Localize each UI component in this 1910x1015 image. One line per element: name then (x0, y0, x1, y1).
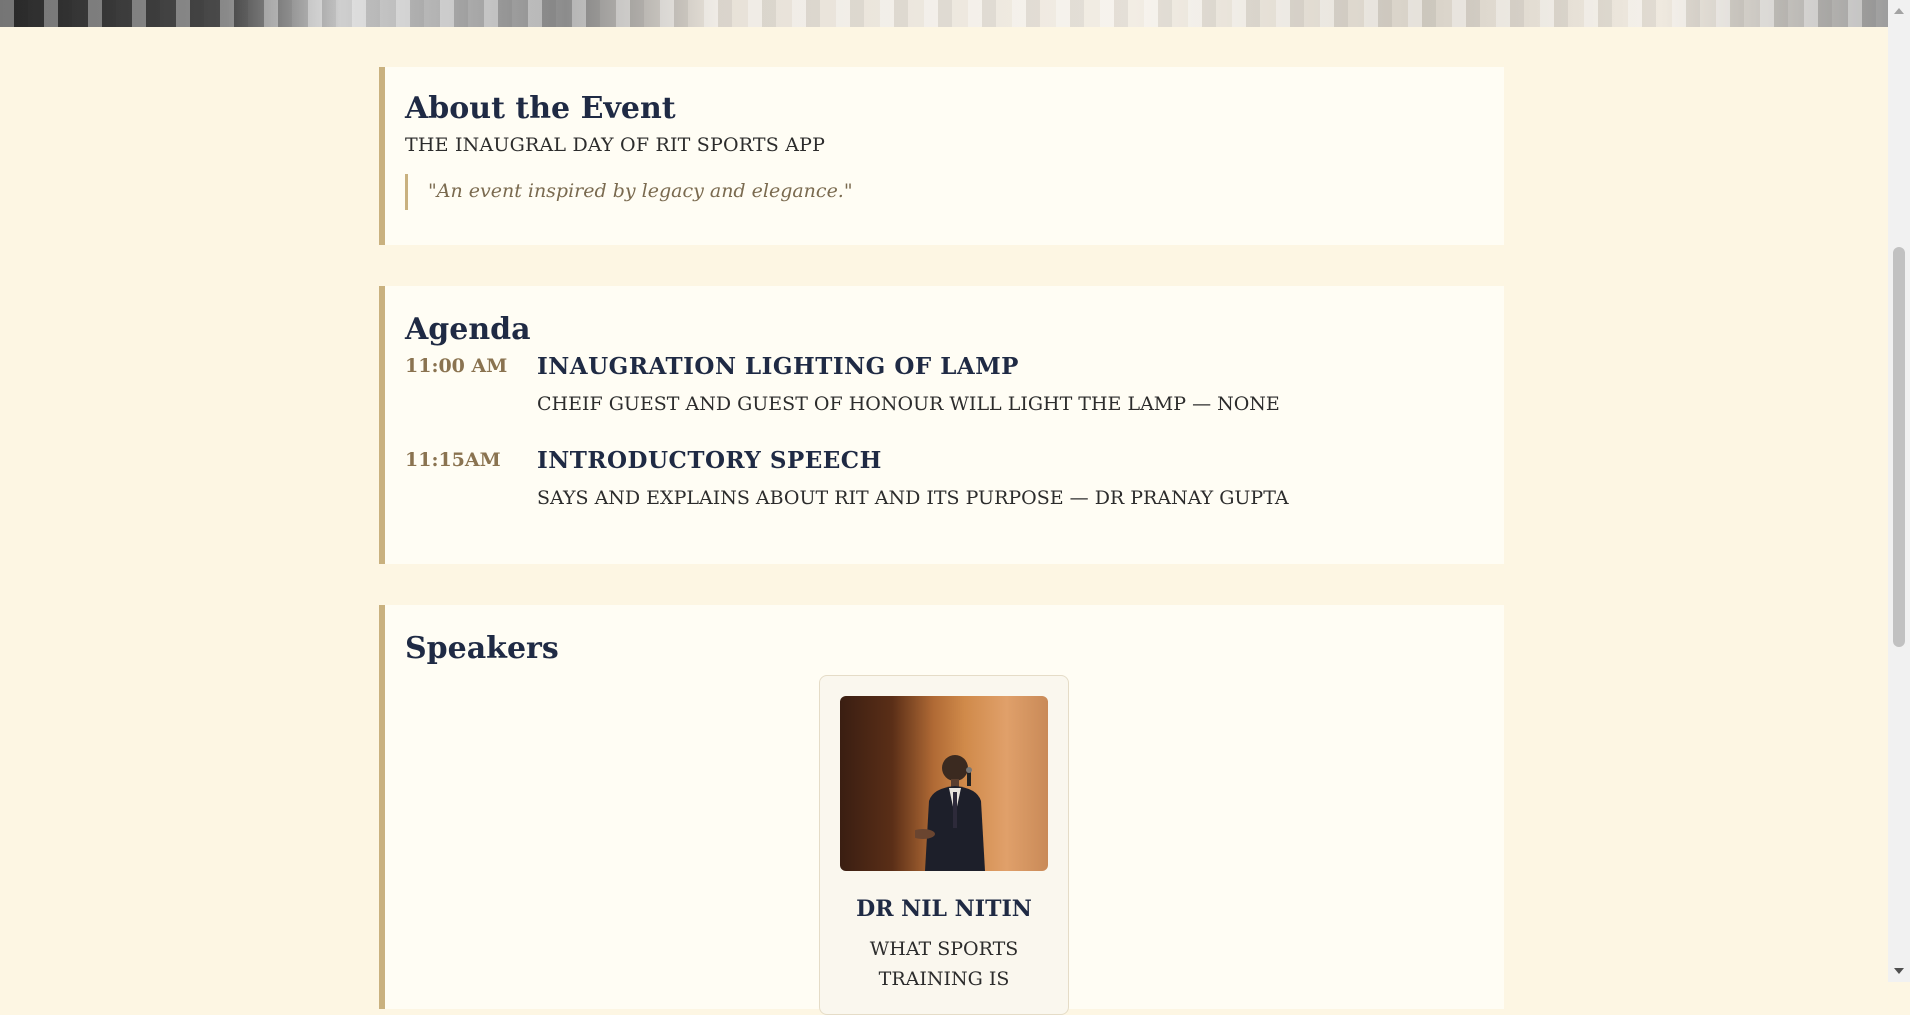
agenda-time: 11:15AM (405, 449, 501, 471)
speaker-topic: WHAT SPORTS TRAINING IS (869, 938, 1019, 990)
agenda-section: Agenda 11:00 AM INAUGRATION LIGHTING OF … (379, 286, 1504, 564)
agenda-heading: Agenda (405, 312, 531, 347)
speakers-heading: Speakers (405, 631, 559, 666)
about-subtitle: THE INAUGRAL DAY OF RIT SPORTS APP (405, 134, 826, 156)
scroll-up-arrow-icon[interactable] (1894, 8, 1904, 14)
speaker-photo (840, 696, 1048, 871)
speaker-name: DR NIL NITIN (856, 896, 1032, 922)
agenda-title: INAUGRATION LIGHTING OF LAMP (537, 353, 1019, 380)
scrollbar-thumb[interactable] (1893, 247, 1905, 647)
scroll-down-arrow-icon[interactable] (1894, 968, 1904, 974)
agenda-time: 11:00 AM (405, 355, 508, 377)
speaker-silhouette-icon (915, 755, 985, 871)
speaker-card[interactable]: DR NIL NITIN WHAT SPORTS TRAINING IS (819, 675, 1069, 1015)
hero-banner-image (0, 0, 1888, 27)
agenda-description: CHEIF GUEST AND GUEST OF HONOUR WILL LIG… (537, 393, 1280, 415)
about-heading: About the Event (405, 91, 676, 126)
about-event-section: About the Event THE INAUGRAL DAY OF RIT … (379, 67, 1504, 245)
agenda-description: SAYS AND EXPLAINS ABOUT RIT AND ITS PURP… (537, 487, 1289, 509)
agenda-item: 11:00 AM INAUGRATION LIGHTING OF LAMP CH… (405, 347, 1504, 441)
about-quote: "An event inspired by legacy and eleganc… (405, 174, 1504, 210)
page-content: About the Event THE INAUGRAL DAY OF RIT … (0, 27, 1888, 1015)
vertical-scrollbar[interactable] (1888, 0, 1910, 982)
agenda-title: INTRODUCTORY SPEECH (537, 447, 882, 474)
agenda-item: 11:15AM INTRODUCTORY SPEECH SAYS AND EXP… (405, 441, 1504, 535)
speakers-section: Speakers DR NIL NITIN WHAT SPORTS TRAINI… (379, 605, 1504, 1015)
